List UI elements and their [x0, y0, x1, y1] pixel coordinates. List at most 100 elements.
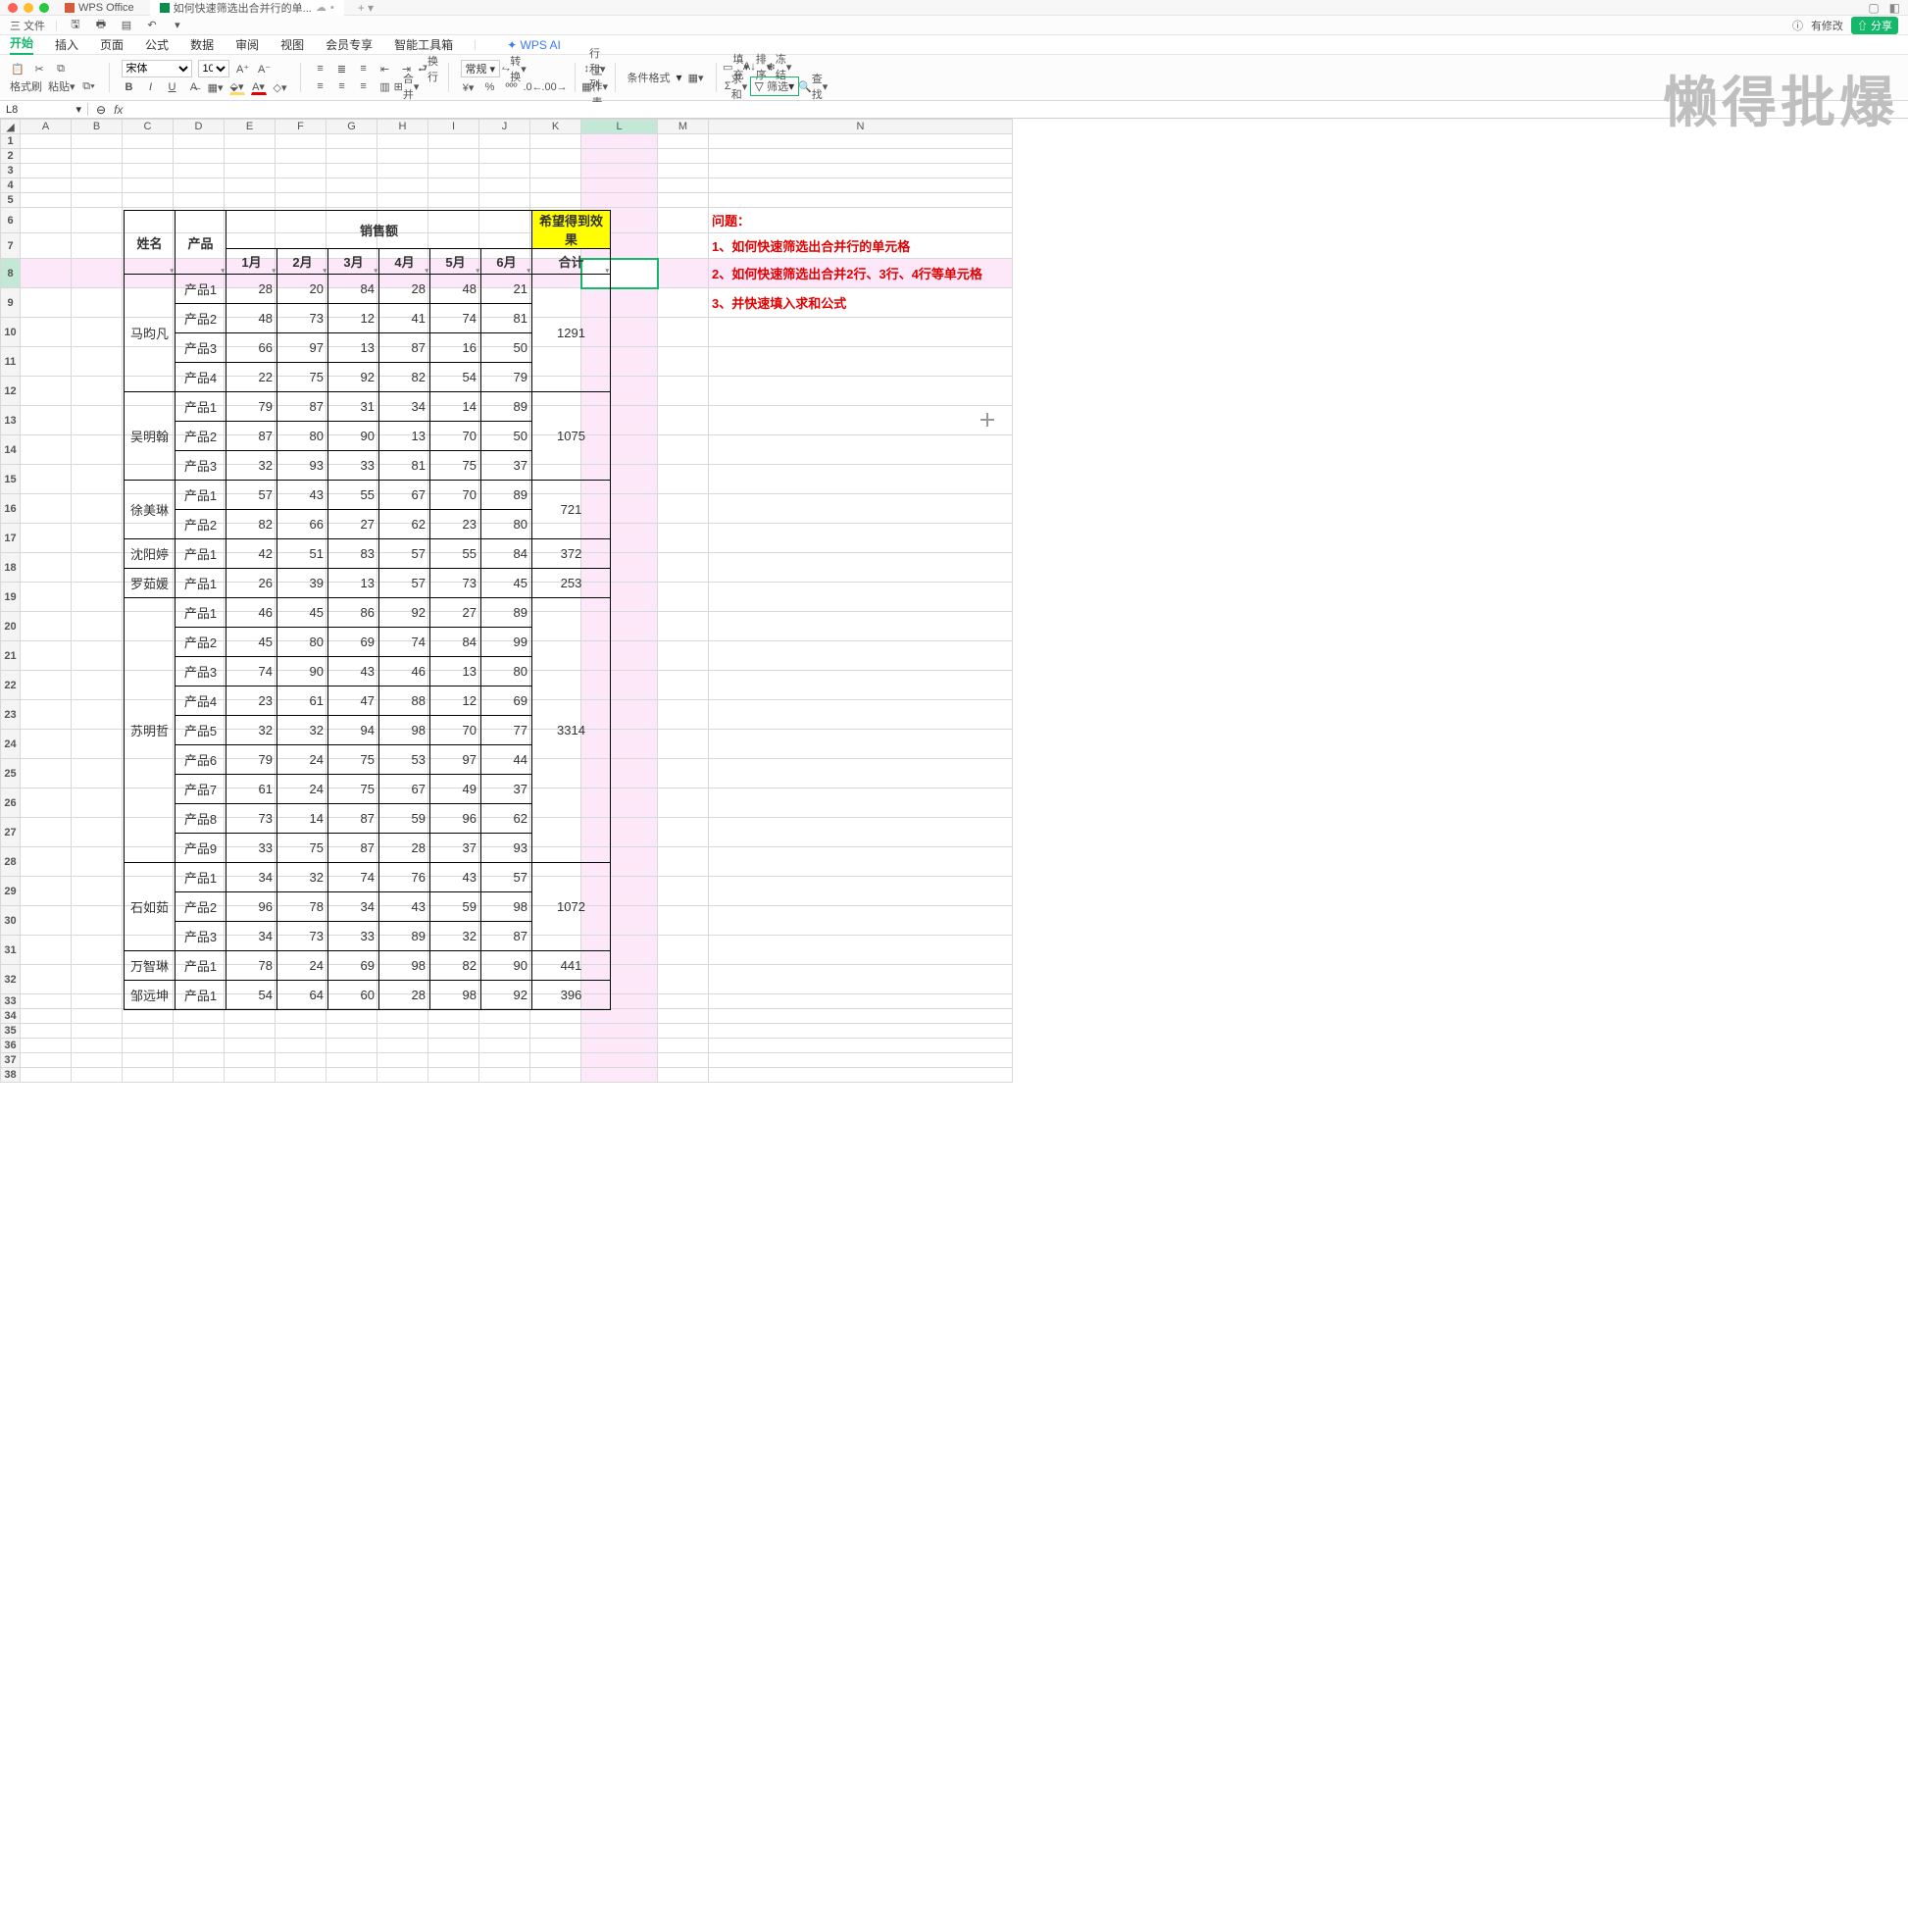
cell[interactable] — [276, 149, 326, 164]
row-header[interactable]: 14 — [1, 435, 21, 465]
align-center-icon[interactable]: ≡ — [334, 78, 350, 94]
cell[interactable] — [123, 149, 174, 164]
tab-view[interactable]: 视图 — [280, 36, 304, 53]
cell[interactable] — [174, 149, 225, 164]
cell[interactable] — [72, 1009, 123, 1024]
cell[interactable] — [709, 435, 1013, 465]
name-box[interactable]: L8▾ — [0, 103, 88, 116]
cell[interactable] — [174, 1024, 225, 1039]
cell[interactable] — [21, 465, 72, 494]
cell[interactable] — [658, 134, 709, 149]
cell[interactable] — [326, 1009, 377, 1024]
cell[interactable] — [658, 730, 709, 759]
cell[interactable] — [658, 1053, 709, 1068]
cell[interactable] — [428, 1024, 479, 1039]
cell[interactable] — [709, 583, 1013, 612]
row-header[interactable]: 19 — [1, 583, 21, 612]
cell[interactable] — [428, 134, 479, 149]
wrap-button[interactable]: ⮐ 换行 — [421, 61, 436, 76]
row-header[interactable]: 35 — [1, 1024, 21, 1039]
font-color-icon[interactable]: A▾ — [251, 79, 267, 95]
row-header[interactable]: 38 — [1, 1068, 21, 1083]
cell[interactable] — [276, 1039, 326, 1053]
cell[interactable] — [709, 193, 1013, 208]
fx-icon[interactable]: fx — [114, 103, 123, 117]
tab-formula[interactable]: 公式 — [145, 36, 169, 53]
col-header[interactable]: K — [530, 120, 581, 134]
copy-icon[interactable]: ⧉ — [53, 61, 69, 76]
row-header[interactable]: 25 — [1, 759, 21, 788]
cell[interactable] — [72, 936, 123, 965]
cell[interactable] — [479, 1053, 530, 1068]
undo-icon[interactable]: ↶ — [144, 18, 160, 33]
cell[interactable] — [709, 524, 1013, 553]
new-tab-button[interactable]: + ▾ — [350, 1, 381, 15]
cell[interactable] — [709, 1039, 1013, 1053]
font-select[interactable]: 宋体 — [122, 60, 192, 77]
row-header[interactable]: 13 — [1, 406, 21, 435]
cell[interactable] — [658, 178, 709, 193]
cell[interactable] — [21, 730, 72, 759]
find-button[interactable]: 🔍 查找▾ — [805, 78, 821, 94]
row-header[interactable]: 6 — [1, 208, 21, 233]
cell[interactable] — [581, 1039, 658, 1053]
cell[interactable] — [377, 1039, 428, 1053]
col-header[interactable]: F — [276, 120, 326, 134]
cell[interactable] — [21, 818, 72, 847]
cell[interactable] — [326, 1068, 377, 1083]
sheet-button[interactable]: ▦ 工作表▾ — [587, 78, 603, 94]
cell[interactable] — [479, 193, 530, 208]
cell[interactable] — [21, 1039, 72, 1053]
cell[interactable] — [72, 233, 123, 259]
tab-data[interactable]: 数据 — [190, 36, 214, 53]
cell[interactable] — [276, 1068, 326, 1083]
cell[interactable] — [123, 1039, 174, 1053]
cell[interactable] — [377, 1053, 428, 1068]
cell[interactable] — [72, 1039, 123, 1053]
align-left-icon[interactable]: ≡ — [313, 78, 328, 94]
cell[interactable] — [709, 965, 1013, 994]
cell[interactable] — [326, 1053, 377, 1068]
cell[interactable]: 问题： — [709, 208, 1013, 233]
cell[interactable] — [72, 671, 123, 700]
cell[interactable] — [21, 847, 72, 877]
header-total[interactable]: 合计 — [532, 249, 611, 275]
currency-icon[interactable]: ¥▾ — [461, 79, 477, 95]
cell[interactable] — [709, 134, 1013, 149]
cell[interactable] — [658, 583, 709, 612]
cell[interactable] — [21, 259, 72, 288]
cell[interactable] — [276, 1009, 326, 1024]
cell[interactable] — [72, 318, 123, 347]
cell[interactable] — [276, 193, 326, 208]
cell[interactable] — [428, 178, 479, 193]
cell[interactable] — [709, 788, 1013, 818]
cell[interactable] — [326, 193, 377, 208]
cell[interactable] — [709, 465, 1013, 494]
tab-smarttools[interactable]: 智能工具箱 — [394, 36, 453, 53]
cell[interactable] — [326, 134, 377, 149]
cell[interactable] — [276, 1024, 326, 1039]
cell[interactable] — [72, 877, 123, 906]
cell[interactable] — [72, 1024, 123, 1039]
cell[interactable] — [530, 1053, 581, 1068]
cell[interactable] — [72, 1068, 123, 1083]
cell[interactable] — [174, 1039, 225, 1053]
cell[interactable] — [530, 149, 581, 164]
cell[interactable] — [709, 759, 1013, 788]
sum-button[interactable]: Σ 求和▾ — [728, 78, 744, 94]
row-header[interactable]: 28 — [1, 847, 21, 877]
cell[interactable] — [658, 435, 709, 465]
row-header[interactable]: 3 — [1, 164, 21, 178]
cell[interactable] — [326, 164, 377, 178]
cut-icon[interactable]: ✂ — [31, 61, 47, 76]
cell[interactable] — [709, 641, 1013, 671]
cell[interactable] — [658, 465, 709, 494]
cell[interactable] — [72, 193, 123, 208]
tab-review[interactable]: 审阅 — [235, 36, 259, 53]
cell[interactable] — [530, 1039, 581, 1053]
cell[interactable] — [72, 178, 123, 193]
row-header[interactable]: 37 — [1, 1053, 21, 1068]
cell[interactable] — [21, 553, 72, 583]
cell[interactable] — [530, 164, 581, 178]
cell[interactable] — [709, 164, 1013, 178]
